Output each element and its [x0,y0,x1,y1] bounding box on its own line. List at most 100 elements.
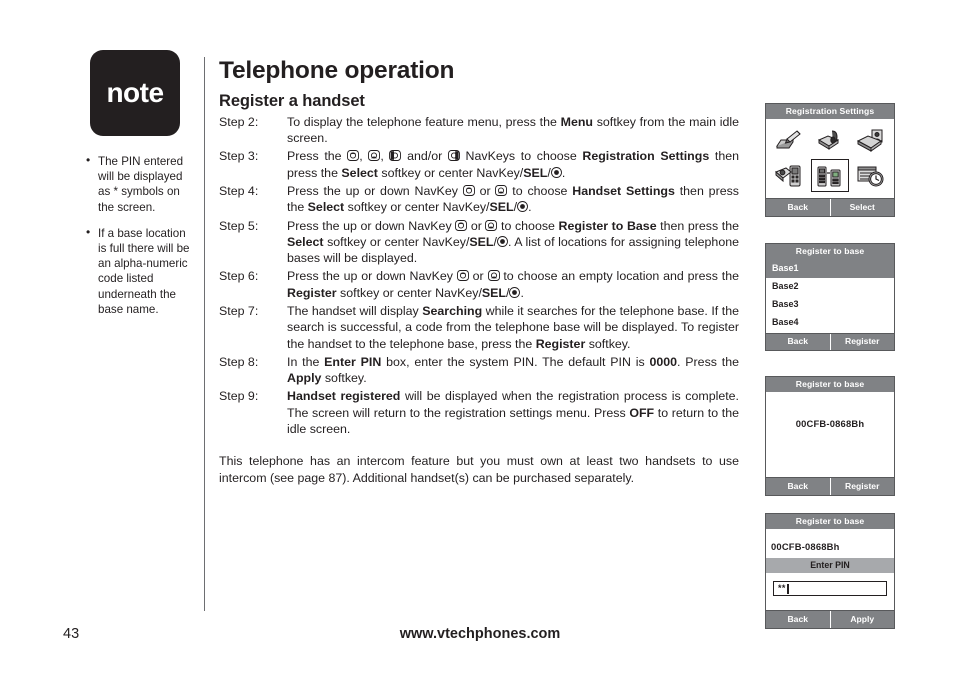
text-caret [787,583,789,594]
navkey-up-icon [456,270,469,282]
note-badge: note [90,50,180,136]
softkey-bar: Back Register [766,332,895,350]
body-text: , [380,149,390,164]
body-text: Press the up or down NavKey [287,269,457,284]
step-row: Step 5: Press the up or down NavKey or to… [219,218,739,267]
base-list-item[interactable]: Base1 [766,259,894,278]
body-text: . Press the [677,354,739,369]
body-text: In the [287,354,325,369]
base-schedule-icon[interactable] [852,159,890,192]
step-label: Step 7: [219,303,259,318]
step-text: Press the up or down NavKey or to choose… [287,268,739,301]
handset-settings-icon[interactable] [770,159,808,192]
body-text: Press the up or down NavKey [287,183,463,198]
softkey-back[interactable]: Back [766,478,830,494]
base-code-area: 00CFB-0868Bh [766,392,894,477]
navkey-center-icon [509,286,521,298]
step-label: Step 5: [219,218,259,233]
screen-body: 00CFB-0868Bh Enter PIN ** [766,529,894,611]
register-to-base-icon[interactable] [810,159,849,193]
body-text: softkey or center NavKey/ [377,165,524,180]
screen-title: Registration Settings [766,104,894,120]
emphasis-text: SEL [481,285,507,300]
screen-body: 00CFB-0868Bh [766,392,894,478]
navkey-down-icon [368,150,381,162]
handset-directory-icon[interactable] [852,124,890,157]
step-row: Step 3: Press the , , and/or NavKeys to c… [219,148,739,181]
navkey-down-icon [487,270,500,282]
softkey-back[interactable]: Back [766,199,830,215]
base-code-value: 00CFB-0868Bh [795,418,865,430]
body-text: . [561,165,566,180]
body-text: softkey. [585,336,631,351]
navkey-up-icon [455,219,468,231]
step-label: Step 8: [219,354,259,369]
step-row: Step 9: Handset registered will be displa… [219,388,739,437]
emphasis-text: Registration Settings [582,149,710,164]
body-text: The handset will display [287,303,423,318]
emphasis-text: Enter PIN [324,354,382,369]
step-text: To display the telephone feature menu, p… [287,114,739,147]
base-list-item[interactable]: Base2 [766,278,894,296]
emphasis-text: Register to Base [558,218,657,233]
step-row: Step 4: Press the up or down NavKey or to… [219,183,739,216]
body-text: or [468,269,488,284]
pin-input[interactable]: ** [773,581,887,597]
step-row: Step 7: The handset will display Searchin… [219,303,739,352]
body-text: softkey or center NavKey/ [336,285,482,300]
body-text: softkey or center NavKey/ [323,234,470,249]
body-text: to choose [507,183,573,198]
body-text: . [528,200,532,215]
emphasis-text: Register [287,285,337,300]
step-text: Handset registered will be displayed whe… [287,388,739,437]
step-text: Press the , , and/or NavKeys to choose R… [287,148,739,181]
body-text: and/or [401,149,448,164]
softkey-back[interactable]: Back [766,334,830,350]
softkey-register[interactable]: Register [829,333,895,350]
note-bullet-list: The PIN entered will be displayed as * s… [86,153,194,317]
step-row: Step 2: To display the telephone feature … [219,114,739,147]
body-text: to choose [497,218,559,233]
body-text: Press the up or down NavKey [287,218,456,233]
step-label: Step 3: [219,149,259,164]
emphasis-text: Handset registered [287,389,401,404]
step-label: Step 4: [219,183,259,198]
navkey-down-icon [495,184,508,196]
base-list: Base1 Base2 Base3 Base4 [766,259,894,333]
screen-enter-pin: Register to base 00CFB-0868Bh Enter PIN … [765,513,895,629]
softkey-register[interactable]: Register [829,478,895,495]
section-title: Register a handset [219,91,365,110]
note-badge-label: note [106,77,164,108]
base-list-item[interactable]: Base3 [766,296,894,314]
note-sidebar: note The PIN entered will be displayed a… [86,50,194,328]
body-text: then press the [656,218,740,233]
emphasis-text: Select [287,234,324,249]
softkey-apply[interactable]: Apply [829,611,895,628]
step-label: Step 6: [219,269,259,284]
pin-input-value: ** [778,583,786,594]
note-bullet-item: If a base location is full there will be… [86,225,194,317]
body-text: or [474,183,496,198]
emphasis-text: SEL [523,165,548,180]
base-list-item[interactable]: Base4 [766,314,894,332]
register-handset-icon[interactable] [770,124,808,157]
softkey-select[interactable]: Select [829,199,895,216]
navkey-up-icon [347,150,360,162]
deregister-handset-icon[interactable] [811,124,849,157]
navkey-right-icon [447,150,460,162]
step-row: Step 8: In the Enter PIN box, enter the s… [219,354,739,387]
step-label: Step 2: [219,114,259,129]
step-text: Press the up or down NavKey or to choose… [287,183,739,216]
step-label: Step 9: [219,389,259,404]
navkey-center-icon [550,166,562,178]
steps-list: Step 2: To display the telephone feature … [219,114,739,438]
softkey-back[interactable]: Back [766,611,830,627]
step-text: The handset will display Searching while… [287,303,739,352]
step-text: In the Enter PIN box, enter the system P… [287,354,739,387]
body-text: To display the telephone feature menu, p… [287,114,561,129]
navkey-up-icon [462,184,475,196]
registration-settings-icon-grid [766,119,894,198]
navkey-center-icon [517,200,529,213]
screen-title: Register to base [766,377,894,393]
softkey-bar: Back Apply [766,610,895,628]
